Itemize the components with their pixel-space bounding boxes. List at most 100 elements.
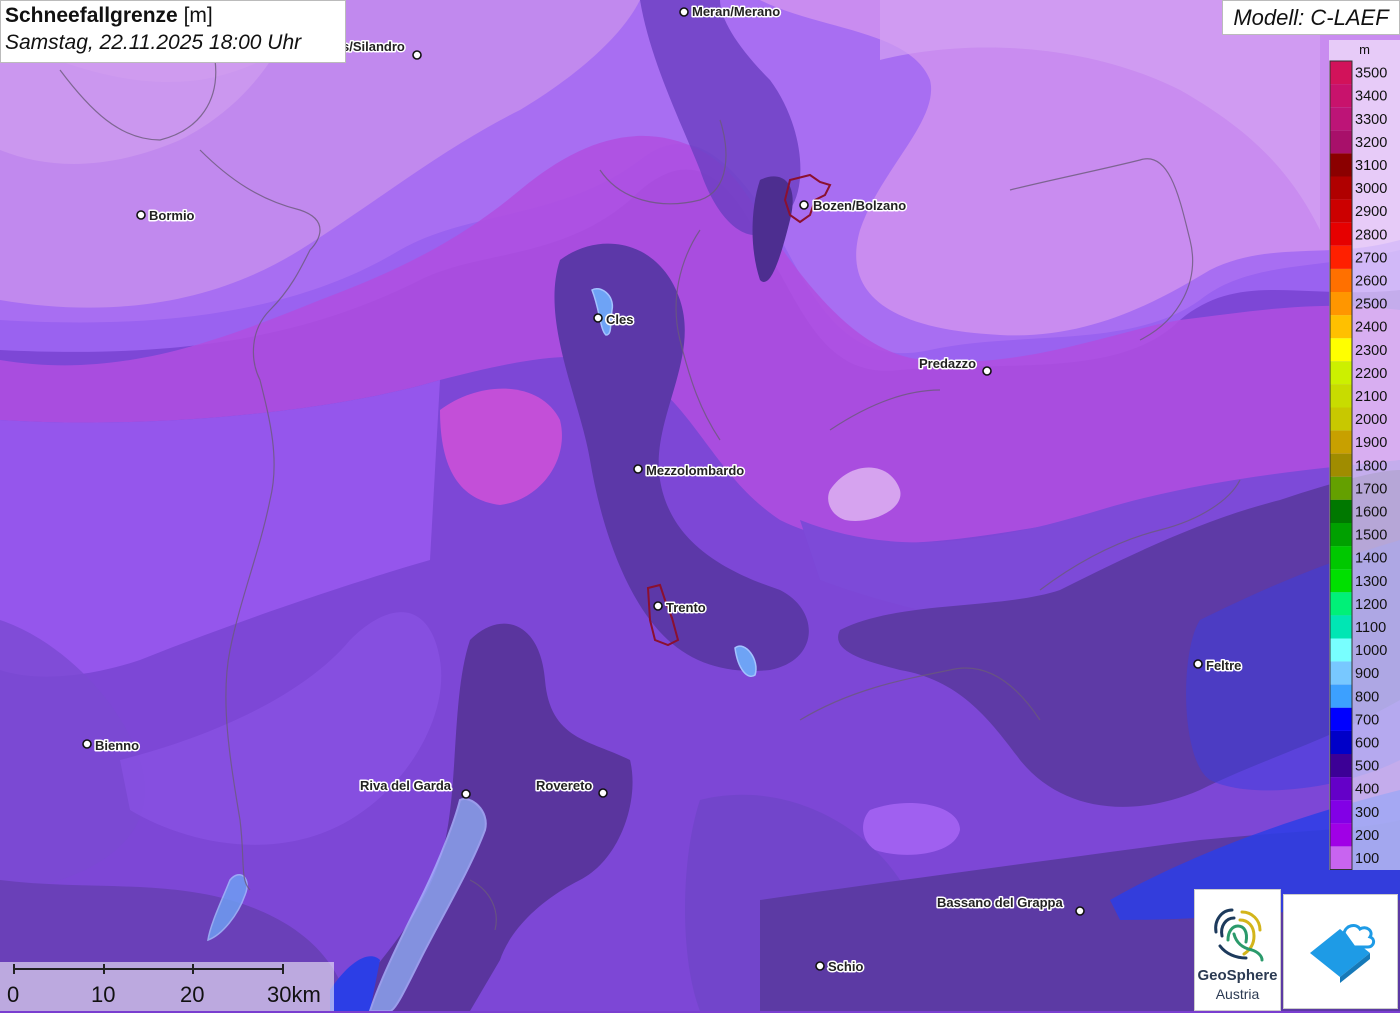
scale-label-0: 0 <box>7 982 20 1007</box>
legend-label-2100: 2100 <box>1355 389 1387 405</box>
legend-label-1700: 1700 <box>1355 481 1387 497</box>
legend-label-500: 500 <box>1355 759 1379 775</box>
legend-swatch-400 <box>1330 777 1352 801</box>
map-title: Schneefallgrenze [m] <box>5 3 341 29</box>
app-logo[interactable] <box>1283 894 1398 1009</box>
city-dot-bormio <box>136 210 146 220</box>
city-dot-meran <box>679 7 689 17</box>
legend-swatch-900 <box>1330 661 1352 685</box>
legend-label-1100: 1100 <box>1355 620 1386 636</box>
city-label-bormio: Bormio <box>149 208 195 223</box>
legend-label-1800: 1800 <box>1355 458 1387 474</box>
map-title-box: Schneefallgrenze [m] Samstag, 22.11.2025… <box>0 0 346 63</box>
legend-swatch-2300 <box>1330 338 1352 362</box>
legend-label-1600: 1600 <box>1355 504 1387 520</box>
legend-swatch-1800 <box>1330 453 1352 477</box>
legend-swatch-1400 <box>1330 546 1352 570</box>
house-cloud-icon <box>1310 924 1376 983</box>
legend-swatch-2100 <box>1330 384 1352 408</box>
legend-label-3200: 3200 <box>1355 135 1387 151</box>
scale-label-10: 10 <box>91 982 116 1007</box>
legend-swatch-700 <box>1330 707 1352 731</box>
legend-swatch-500 <box>1330 754 1352 778</box>
legend-label-2700: 2700 <box>1355 250 1387 266</box>
legend-label-2600: 2600 <box>1355 273 1387 289</box>
city-label-rovereto: Rovereto <box>536 778 592 793</box>
legend-label-800: 800 <box>1355 689 1379 705</box>
legend-label-2300: 2300 <box>1355 343 1387 359</box>
city-label-schio: Schio <box>828 959 863 974</box>
legend-swatch-1300 <box>1330 569 1352 593</box>
legend-swatch-2000 <box>1330 407 1352 431</box>
city-label-feltre: Feltre <box>1206 658 1241 673</box>
city-dot-trento <box>653 601 663 611</box>
legend-label-100: 100 <box>1355 851 1379 867</box>
legend-label-3500: 3500 <box>1355 66 1387 82</box>
city-label-mezzolombardo: Mezzolombardo <box>646 463 744 478</box>
legend-swatch-2600 <box>1330 268 1352 292</box>
legend-swatch-2200 <box>1330 361 1352 385</box>
legend-label-3300: 3300 <box>1355 112 1387 128</box>
legend-swatch-600 <box>1330 730 1352 754</box>
legend-swatch-1900 <box>1330 430 1352 454</box>
legend-swatch-3100 <box>1330 153 1352 177</box>
legend-label-700: 700 <box>1355 712 1379 728</box>
city-dot-bienno <box>82 739 92 749</box>
legend-label-300: 300 <box>1355 805 1379 821</box>
legend-label-3000: 3000 <box>1355 181 1387 197</box>
legend-swatch-300 <box>1330 800 1352 824</box>
legend-label-1500: 1500 <box>1355 528 1387 544</box>
legend-label-2000: 2000 <box>1355 412 1387 428</box>
city-label-bienno: Bienno <box>95 738 139 753</box>
geosphere-logo-name: GeoSphere <box>1197 967 1278 984</box>
city-dot-mezzolombardo <box>633 464 643 474</box>
legend-swatch-200 <box>1330 823 1352 847</box>
legend-swatch-2500 <box>1330 292 1352 316</box>
legend-swatch-1000 <box>1330 638 1352 662</box>
city-label-riva: Riva del Garda <box>360 778 452 793</box>
map-title-unit: [m] <box>183 4 213 27</box>
legend-swatch-3500 <box>1330 61 1352 85</box>
geosphere-logo-sub: Austria <box>1215 986 1260 1002</box>
legend-label-1400: 1400 <box>1355 551 1387 567</box>
legend-label-200: 200 <box>1355 828 1379 844</box>
legend-swatches: 3500 3400 3300 3200 3100 3000 2900 2800 2700 2600… <box>1329 60 1387 870</box>
legend-swatch-2900 <box>1330 199 1352 223</box>
legend-label-1200: 1200 <box>1355 597 1387 613</box>
city-label-bassano: Bassano del Grappa <box>937 895 1063 910</box>
legend-label-2500: 2500 <box>1355 297 1387 313</box>
map-title-bold: Schneefallgrenze <box>5 4 178 27</box>
legend-label-2400: 2400 <box>1355 320 1387 336</box>
city-label-bozen: Bozen/Bolzano <box>813 198 906 213</box>
legend-swatch-1100 <box>1330 615 1352 639</box>
legend-swatch-3000 <box>1330 176 1352 200</box>
snowline-map[interactable]: Meran/Merano s/Silandro Bormio Bozen/Bol… <box>0 0 1400 1011</box>
legend-swatch-3400 <box>1330 84 1352 108</box>
legend-label-1900: 1900 <box>1355 435 1387 451</box>
legend-swatch-800 <box>1330 684 1352 708</box>
city-dot-silandro <box>412 50 422 60</box>
geosphere-fingerprint-icon <box>1214 908 1264 962</box>
legend-swatch-2800 <box>1330 222 1352 246</box>
legend-label-600: 600 <box>1355 735 1379 751</box>
legend-label-2200: 2200 <box>1355 366 1387 382</box>
scale-bar: 0 10 20 30km <box>0 962 334 1011</box>
legend-label-2900: 2900 <box>1355 204 1387 220</box>
city-label-meran: Meran/Merano <box>692 4 780 19</box>
legend-swatch-3300 <box>1330 107 1352 131</box>
geosphere-logo[interactable]: GeoSphere Austria <box>1194 889 1281 1011</box>
city-label-cles: Cles <box>606 312 633 327</box>
city-dot-bozen <box>799 200 809 210</box>
model-label: Modell: C-LAEF <box>1222 0 1400 35</box>
city-dot-riva <box>461 789 471 799</box>
legend-swatch-1200 <box>1330 592 1352 616</box>
legend-swatch-2400 <box>1330 315 1352 339</box>
city-label-predazzo: Predazzo <box>919 356 976 371</box>
city-dot-schio <box>815 961 825 971</box>
city-dot-cles <box>593 313 603 323</box>
legend-label-400: 400 <box>1355 782 1379 798</box>
legend-label-1300: 1300 <box>1355 574 1387 590</box>
legend-swatch-2700 <box>1330 245 1352 269</box>
legend-swatch-1700 <box>1330 476 1352 500</box>
city-label-trento: Trento <box>666 600 706 615</box>
